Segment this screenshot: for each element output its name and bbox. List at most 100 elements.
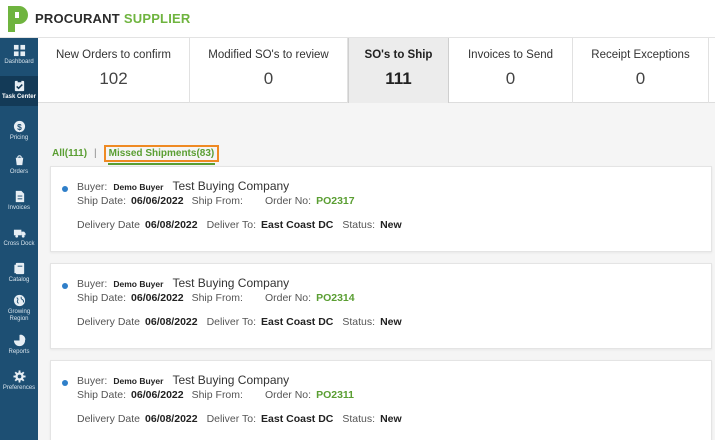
delivery-date-label: Delivery Date bbox=[77, 316, 141, 328]
invoice-icon bbox=[15, 190, 24, 203]
delivery-row: Delivery Date 06/08/2022 Deliver To: Eas… bbox=[77, 316, 402, 328]
buyer-name: Demo Buyer bbox=[113, 182, 164, 192]
tab-title: Invoices to Send bbox=[467, 49, 554, 61]
status-label: Status: bbox=[342, 413, 376, 425]
catalog-icon bbox=[13, 262, 24, 275]
order-number-link[interactable]: PO2317 bbox=[316, 195, 355, 207]
delivery-date-value: 06/08/2022 bbox=[145, 316, 198, 328]
ship-date-value: 06/06/2022 bbox=[131, 195, 184, 207]
status-dot bbox=[62, 186, 68, 192]
tab-title: Modified SO's to review bbox=[208, 49, 329, 61]
buyer-row: Buyer: Demo Buyer Test Buying Company bbox=[77, 179, 289, 193]
sidebar-item-orders[interactable]: Orders bbox=[0, 154, 38, 178]
gear-icon bbox=[12, 370, 26, 383]
ship-date-label: Ship Date: bbox=[77, 389, 127, 401]
tab-receipt-exceptions[interactable]: Receipt Exceptions 0 bbox=[573, 38, 709, 103]
globe-icon bbox=[13, 294, 25, 307]
dollar-icon: $ bbox=[13, 120, 25, 133]
tab-count: 0 bbox=[263, 69, 274, 88]
status-label: Status: bbox=[342, 219, 376, 231]
tab-new-orders[interactable]: New Orders to confirm 102 bbox=[38, 38, 190, 103]
ship-row: Ship Date: 06/06/2022 Ship From: Order N… bbox=[77, 389, 354, 401]
sidebar-item-reports[interactable]: Reports bbox=[0, 334, 38, 358]
order-number-link[interactable]: PO2314 bbox=[316, 292, 355, 304]
tab-title: SO's to Ship bbox=[364, 49, 433, 61]
clipboard-icon bbox=[14, 79, 24, 92]
company-name: Test Buying Company bbox=[172, 276, 290, 290]
ship-date-label: Ship Date: bbox=[77, 195, 127, 207]
buyer-name: Demo Buyer bbox=[113, 279, 164, 289]
sidebar-item-cross-dock[interactable]: Cross Dock bbox=[0, 226, 38, 250]
top-header: PROCURANT SUPPLIER bbox=[0, 0, 715, 38]
tab-modified-sos[interactable]: Modified SO's to review 0 bbox=[190, 38, 348, 103]
shipment-filters: All(111) | Missed Shipments(83) bbox=[52, 145, 220, 165]
dashboard-icon bbox=[13, 44, 25, 57]
procurant-logo-icon[interactable] bbox=[4, 4, 32, 34]
status-value: New bbox=[380, 316, 402, 328]
order-card[interactable]: Buyer: Demo Buyer Test Buying Company Sh… bbox=[50, 360, 712, 440]
sidebar-item-growing-region[interactable]: Growing Region bbox=[0, 294, 38, 326]
pie-chart-icon bbox=[13, 334, 26, 347]
orders-icon bbox=[15, 155, 23, 166]
ship-from-label: Ship From: bbox=[191, 292, 243, 304]
ship-from-label: Ship From: bbox=[191, 195, 243, 207]
tab-title: New Orders to confirm bbox=[55, 49, 172, 61]
sidebar-item-preferences[interactable]: Preferences bbox=[0, 370, 38, 394]
order-card[interactable]: Buyer: Demo Buyer Test Buying Company Sh… bbox=[50, 166, 712, 252]
buyer-label: Buyer: bbox=[77, 278, 108, 290]
svg-text:$: $ bbox=[17, 122, 22, 132]
deliver-to-value: East Coast DC bbox=[261, 219, 334, 231]
brand-name: PROCURANT SUPPLIER bbox=[35, 11, 190, 26]
sidebar-item-label: Task Center bbox=[2, 94, 36, 100]
sidebar-item-catalog[interactable]: Catalog bbox=[0, 262, 38, 286]
filter-separator: | bbox=[94, 148, 97, 159]
filter-all-link[interactable]: All(111) bbox=[52, 148, 87, 159]
company-name: Test Buying Company bbox=[172, 373, 290, 387]
deliver-to-label: Deliver To: bbox=[206, 316, 257, 328]
ship-date-value: 06/06/2022 bbox=[131, 292, 184, 304]
sidebar-item-label: Invoices bbox=[7, 205, 30, 211]
order-card[interactable]: Buyer: Demo Buyer Test Buying Company Sh… bbox=[50, 263, 712, 349]
sidebar-item-dashboard[interactable]: Dashboard bbox=[0, 44, 38, 72]
status-label: Status: bbox=[342, 316, 376, 328]
sidebar-item-label: Growing Region bbox=[7, 309, 31, 322]
ship-row: Ship Date: 06/06/2022 Ship From: Order N… bbox=[77, 292, 355, 304]
status-dot bbox=[62, 283, 68, 289]
sidebar-item-task-center[interactable]: Task Center bbox=[0, 76, 38, 106]
ship-from-label: Ship From: bbox=[191, 389, 243, 401]
tab-invoices-to-send[interactable]: Invoices to Send 0 bbox=[449, 38, 573, 103]
order-number-link[interactable]: PO2311 bbox=[316, 389, 354, 401]
order-no-label: Order No: bbox=[264, 389, 312, 401]
status-dot bbox=[62, 380, 68, 386]
buyer-row: Buyer: Demo Buyer Test Buying Company bbox=[77, 276, 289, 290]
sidebar-item-label: Reports bbox=[8, 349, 30, 355]
sidebar-item-label: Catalog bbox=[8, 277, 30, 283]
deliver-to-value: East Coast DC bbox=[261, 316, 334, 328]
buyer-name: Demo Buyer bbox=[113, 376, 164, 386]
truck-icon bbox=[13, 229, 26, 238]
ship-row: Ship Date: 06/06/2022 Ship From: Order N… bbox=[77, 195, 355, 207]
tab-sos-to-ship[interactable]: SO's to Ship 111 bbox=[348, 38, 449, 103]
buyer-label: Buyer: bbox=[77, 181, 108, 193]
sidebar-item-label: Pricing bbox=[9, 135, 29, 141]
sidebar-item-label: Dashboard bbox=[4, 59, 34, 65]
brand-primary: PROCURANT bbox=[35, 11, 120, 26]
tab-count: 0 bbox=[505, 69, 516, 88]
sidebar-item-label: Orders bbox=[9, 169, 29, 175]
sidebar-item-pricing[interactable]: $ Pricing bbox=[0, 120, 38, 144]
tab-count: 0 bbox=[635, 69, 646, 88]
sidebar: Dashboard Task Center $ Pricing Orders I… bbox=[0, 38, 38, 440]
order-no-label: Order No: bbox=[264, 195, 312, 207]
buyer-label: Buyer: bbox=[77, 375, 108, 387]
tab-title: Receipt Exceptions bbox=[591, 49, 690, 61]
order-no-label: Order No: bbox=[264, 292, 312, 304]
tab-count: 102 bbox=[99, 69, 128, 88]
delivery-row: Delivery Date 06/08/2022 Deliver To: Eas… bbox=[77, 219, 402, 231]
delivery-date-label: Delivery Date bbox=[77, 413, 141, 425]
ship-date-label: Ship Date: bbox=[77, 292, 127, 304]
filter-missed-shipments-link[interactable]: Missed Shipments(83) bbox=[103, 145, 220, 165]
delivery-date-label: Delivery Date bbox=[77, 219, 141, 231]
sidebar-item-invoices[interactable]: Invoices bbox=[0, 190, 38, 214]
status-value: New bbox=[380, 219, 402, 231]
brand-secondary: SUPPLIER bbox=[123, 11, 191, 26]
